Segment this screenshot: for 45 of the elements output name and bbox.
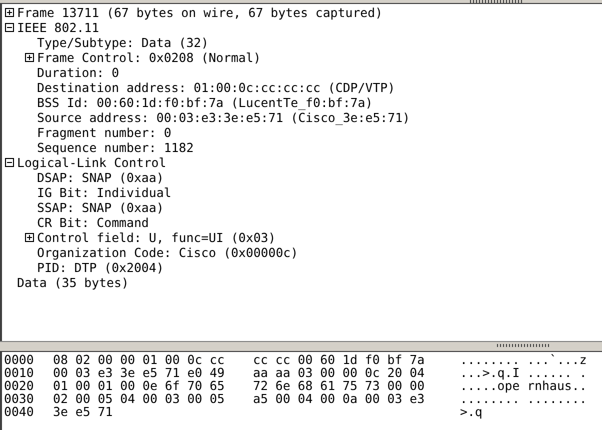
- hex-bytes: 72 6e 68 61 75 73 00 00: [253, 379, 426, 392]
- tree-item[interactable]: Sequence number: 1182: [37, 140, 194, 155]
- tree-item[interactable]: BSS Id: 00:60:1d:f0:bf:7a (LucentTe_f0:bf:7a): [37, 95, 373, 110]
- expand-icon[interactable]: [25, 53, 34, 62]
- tree-item[interactable]: IEEE 802.11: [17, 20, 100, 35]
- splitter-grip-icon[interactable]: [497, 344, 549, 347]
- ascii-text: ........ ...`...z: [460, 353, 588, 366]
- tree-item[interactable]: Control field: U, func=UI (0x03): [37, 230, 276, 245]
- tree-item[interactable]: Fragment number: 0: [37, 125, 172, 140]
- tree-item[interactable]: IG Bit: Individual: [37, 185, 172, 200]
- hex-bytes: a5 00 04 00 0a 00 03 e3: [253, 392, 426, 405]
- tree-item[interactable]: Logical-Link Control: [17, 155, 166, 170]
- hex-offset: 0010: [4, 366, 35, 379]
- tree-item[interactable]: Destination address: 01:00:0c:cc:cc:cc (CDP/VTP): [37, 80, 396, 95]
- ascii-text: .....ope rnhaus..: [460, 379, 588, 392]
- splitter-grip-icon[interactable]: [470, 0, 522, 3]
- tree-item[interactable]: Type/Subtype: Data (32): [37, 35, 209, 50]
- hex-offset: 0030: [4, 392, 35, 405]
- collapse-icon[interactable]: [5, 23, 14, 32]
- hex-bytes: 00 03 e3 3e e5 71 e0 49: [53, 366, 226, 379]
- hex-bytes: 02 00 05 04 00 03 00 05: [53, 392, 226, 405]
- tree-item[interactable]: Duration: 0: [37, 65, 120, 80]
- tree-item[interactable]: Organization Code: Cisco (0x00000c): [37, 245, 298, 260]
- hex-offset: 0020: [4, 379, 35, 392]
- collapse-icon[interactable]: [5, 158, 14, 167]
- hex-offset: 0000: [4, 353, 35, 366]
- tree-item[interactable]: CR Bit: Command: [37, 215, 149, 230]
- tree-item[interactable]: Data (35 bytes): [17, 275, 129, 290]
- hex-bytes: cc cc 00 60 1d f0 bf 7a: [253, 353, 426, 366]
- expand-icon[interactable]: [5, 8, 14, 17]
- tree-item[interactable]: PID: DTP (0x2004): [37, 260, 164, 275]
- hex-bytes: 08 02 00 00 01 00 0c cc: [53, 353, 226, 366]
- hex-bytes: aa aa 03 00 00 0c 20 04: [253, 366, 426, 379]
- tree-item[interactable]: Frame Control: 0x0208 (Normal): [37, 50, 261, 65]
- ascii-text: >.q: [460, 405, 484, 418]
- hex-bytes: 01 00 01 00 0e 6f 70 65: [53, 379, 226, 392]
- hex-offset: 0040: [4, 405, 35, 418]
- tree-item[interactable]: DSAP: SNAP (0xaa): [37, 170, 164, 185]
- tree-item[interactable]: Frame 13711 (67 bytes on wire, 67 bytes captured): [17, 5, 383, 20]
- expand-icon[interactable]: [25, 233, 34, 242]
- ascii-text: ........ ........: [460, 392, 588, 405]
- tree-item[interactable]: Source address: 00:03:e3:3e:e5:71 (Cisco_3e:e5:71): [37, 110, 410, 125]
- tree-item[interactable]: SSAP: SNAP (0xaa): [37, 200, 164, 215]
- ascii-text: ...>.q.I ...... .: [460, 366, 588, 379]
- hex-bytes: 3e e5 71: [53, 405, 114, 418]
